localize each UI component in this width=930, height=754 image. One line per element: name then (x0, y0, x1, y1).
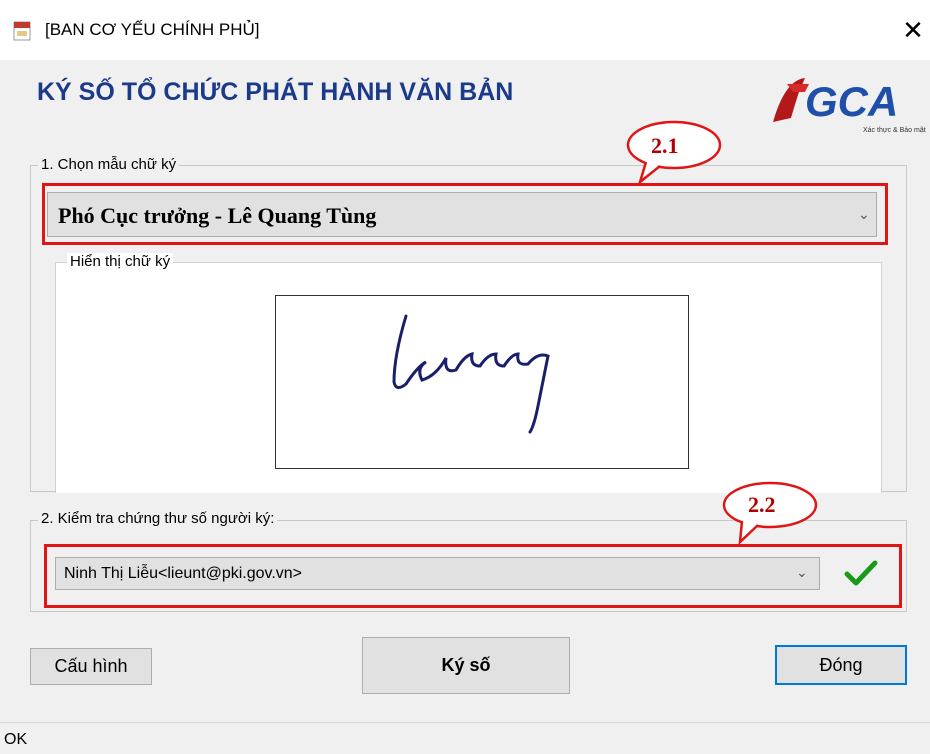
callout-box-2-1 (42, 183, 888, 245)
page-heading: KÝ SỐ TỔ CHỨC PHÁT HÀNH VĂN BẢN (37, 78, 514, 106)
callout-2-2-label: 2.2 (748, 492, 776, 517)
gca-logo: GCA Xác thực & Bảo mật (773, 78, 926, 134)
section1-label: 1. Chọn mẫu chữ ký (38, 156, 180, 173)
callout-2-1-label: 2.1 (651, 133, 679, 158)
logo-tagline: Xác thực & Bảo mật (863, 127, 926, 134)
window-title: [BAN CƠ YẾU CHÍNH PHỦ] (45, 20, 260, 39)
close-window-button[interactable]: ✕ (896, 14, 930, 46)
app-icon (13, 21, 31, 41)
status-bar: OK (0, 722, 930, 754)
close-button[interactable]: Đóng (775, 645, 907, 685)
preview-label: Hiển thị chữ ký (67, 253, 174, 270)
section2-label: 2. Kiểm tra chứng thư số người ký: (38, 510, 278, 527)
sign-button[interactable]: Ký số (362, 637, 570, 694)
signature-image (275, 295, 689, 469)
config-button[interactable]: Cấu hình (30, 648, 152, 685)
status-text: OK (4, 731, 28, 748)
callout-box-2-2 (44, 544, 902, 608)
logo-text: GCA (805, 78, 898, 125)
title-bar: [BAN CƠ YẾU CHÍNH PHỦ] ✕ (0, 0, 930, 60)
